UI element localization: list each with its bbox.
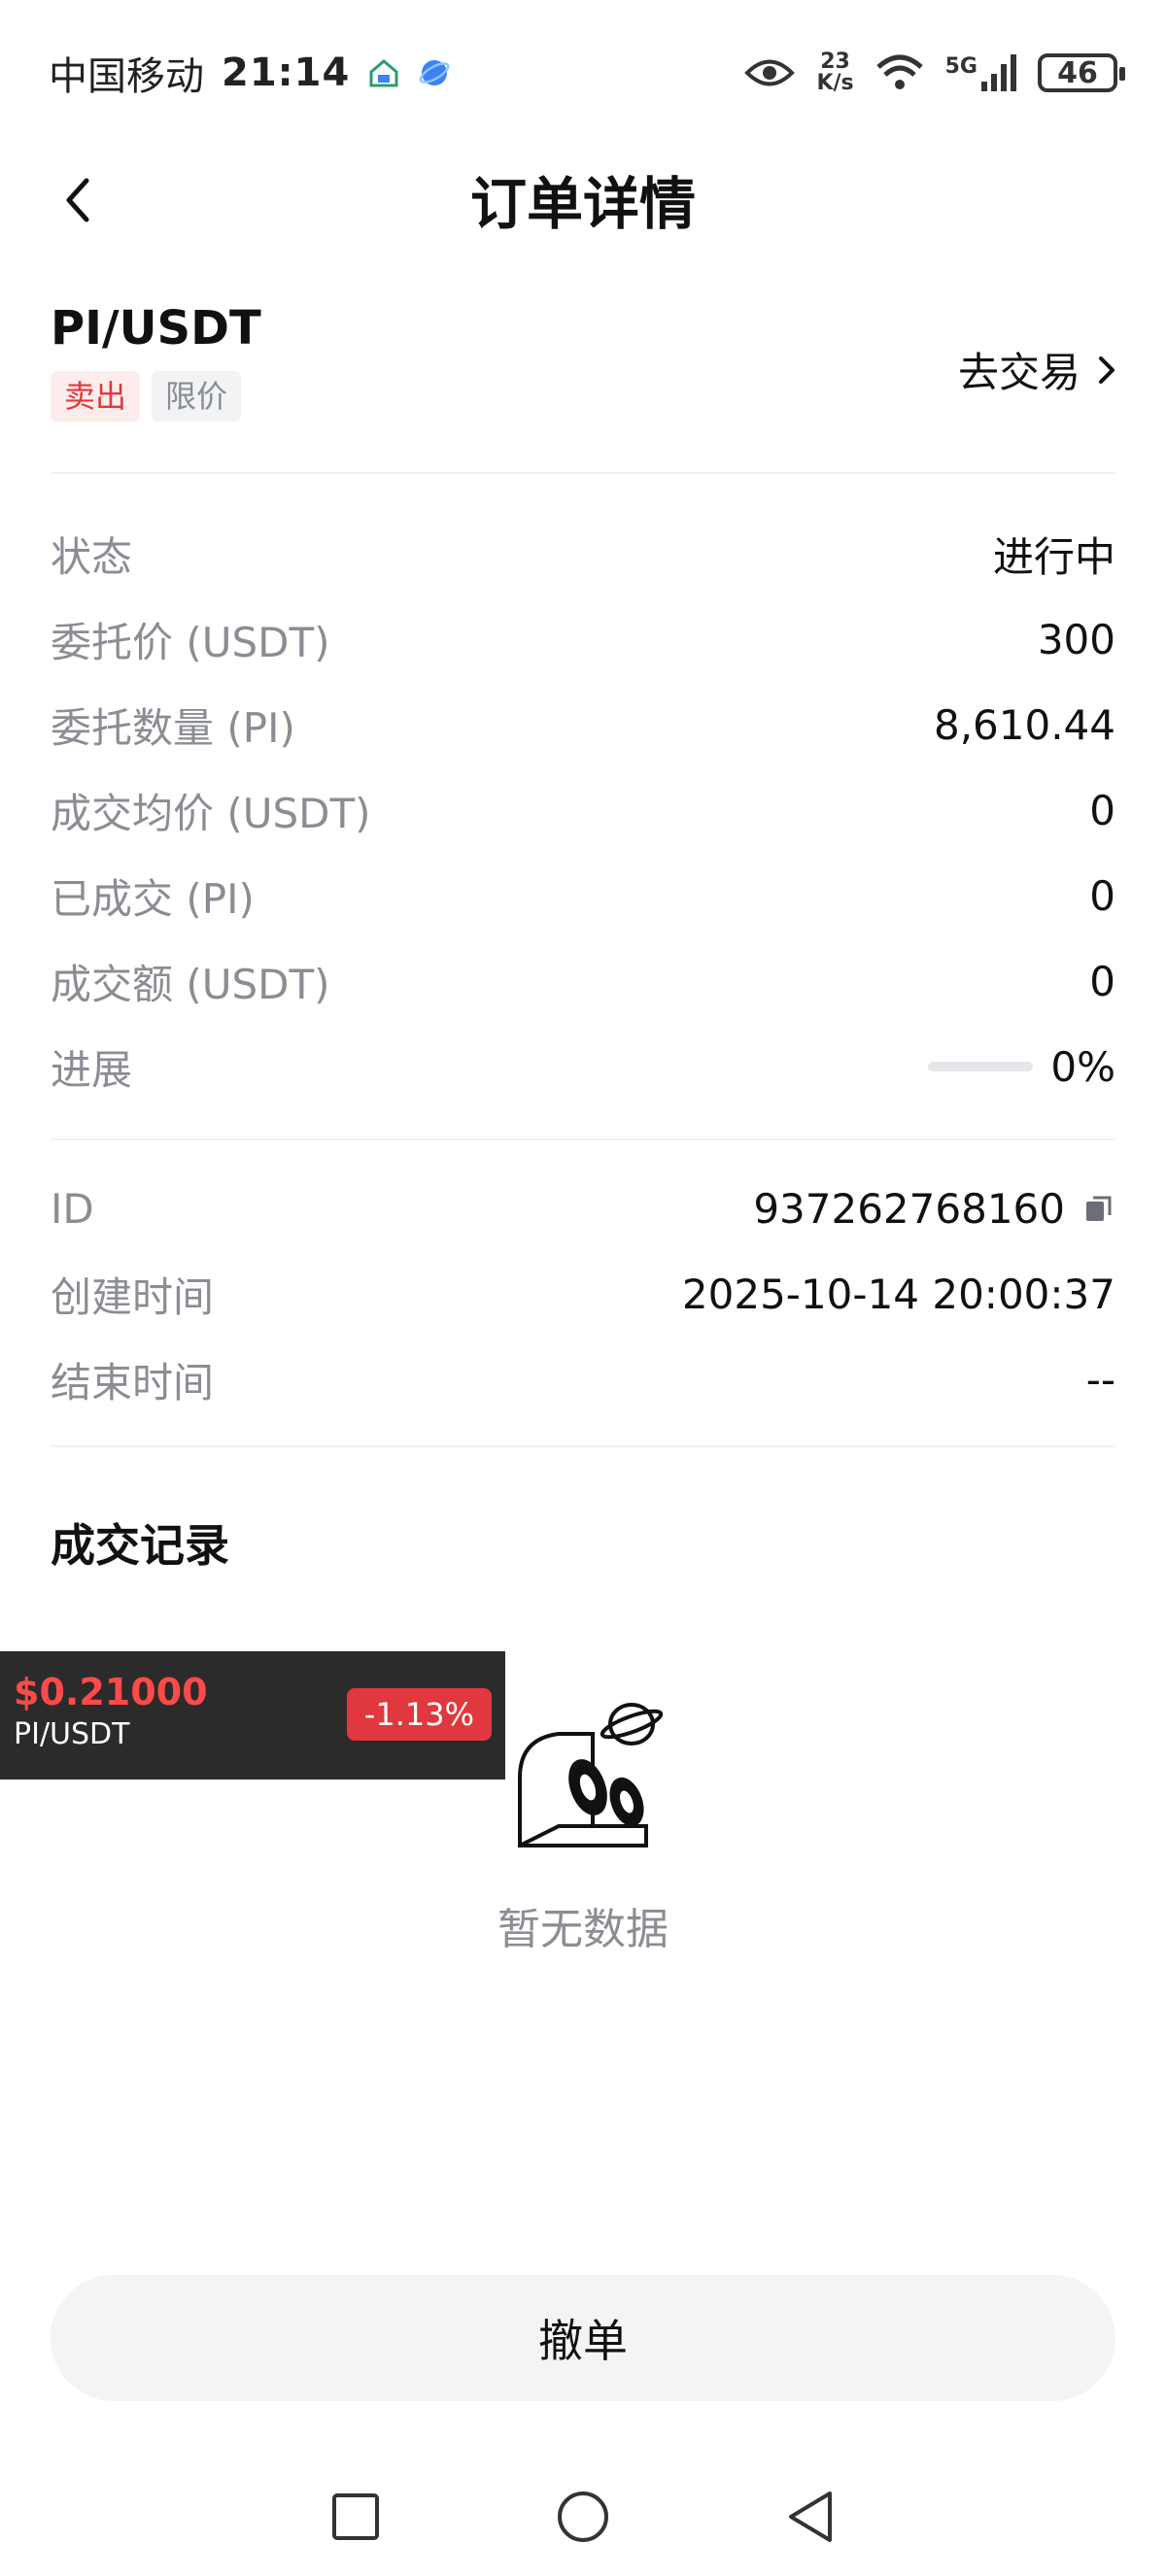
- trading-pair: PI/USDT: [51, 301, 261, 356]
- battery-indicator: 46: [1038, 53, 1125, 92]
- order-meta-list: ID 937262768160 创建时间 2025-10-14 20:00:37…: [51, 1166, 1115, 1422]
- go-trade-label: 去交易: [957, 349, 1080, 396]
- progress-bar: [928, 1062, 1034, 1071]
- go-trade-link[interactable]: 去交易: [958, 340, 1115, 399]
- meta-row-id: ID 937262768160: [51, 1166, 1115, 1251]
- back-nav-button[interactable]: [779, 2486, 841, 2548]
- detail-value: 0: [1089, 786, 1115, 834]
- chevron-right-icon: [1099, 356, 1115, 384]
- cancel-order-button[interactable]: 撤单: [51, 2275, 1115, 2401]
- net-speed-value: 23: [820, 50, 850, 74]
- binoculars-illustration-icon: [518, 1703, 664, 1847]
- detail-label: 已成交 (PI): [51, 874, 255, 923]
- net-speed: 23 K/s: [816, 51, 853, 94]
- eye-icon: [744, 59, 796, 86]
- order-details-list: 状态 进行中 委托价 (USDT) 300 委托数量 (PI) 8,610.44…: [51, 511, 1115, 1109]
- clock: 21:14: [222, 51, 351, 95]
- detail-row-turnover: 成交额 (USDT) 0: [51, 938, 1115, 1024]
- status-bar: 中国移动 21:14 23 K/s 5G 46: [0, 0, 1166, 146]
- empty-text: 暂无数据: [497, 1905, 669, 1954]
- detail-row-filled: 已成交 (PI) 0: [51, 853, 1115, 938]
- page-title: 订单详情: [469, 171, 696, 237]
- home-app-icon: [369, 59, 398, 87]
- wifi-icon: [875, 54, 923, 89]
- detail-label: 委托数量 (PI): [51, 703, 295, 752]
- carrier-name: 中国移动: [49, 54, 204, 99]
- progress-value: 0%: [928, 1043, 1115, 1091]
- detail-value: 进行中: [992, 532, 1115, 581]
- signal-bars-icon: [981, 54, 1016, 91]
- system-nav-bar: [0, 2457, 1166, 2576]
- detail-row-order-price: 委托价 (USDT) 300: [51, 596, 1115, 682]
- detail-label: 成交均价 (USDT): [51, 789, 371, 837]
- recent-apps-button[interactable]: [325, 2486, 387, 2548]
- browser-app-icon: [419, 60, 450, 85]
- triangle-back-icon: [789, 2491, 832, 2542]
- circle-icon: [558, 2491, 608, 2542]
- divider: [51, 1138, 1115, 1140]
- ticker-change-badge: -1.13%: [346, 1688, 492, 1741]
- meta-value: 2025-10-14 20:00:37: [681, 1270, 1115, 1318]
- chevron-left-icon: [66, 178, 89, 222]
- detail-value: 300: [1037, 615, 1115, 663]
- side-tag: 卖出: [51, 371, 141, 422]
- detail-row-progress: 进展 0%: [51, 1024, 1115, 1109]
- network-type: 5G: [944, 54, 977, 79]
- detail-row-order-amount: 委托数量 (PI) 8,610.44: [51, 682, 1115, 767]
- status-left: 中国移动 21:14: [49, 45, 451, 101]
- copy-icon[interactable]: [1082, 1192, 1115, 1225]
- detail-value: 0: [1089, 957, 1115, 1005]
- cell-signal: 5G: [945, 54, 1016, 91]
- order-id-value: 937262768160: [753, 1185, 1115, 1233]
- floating-price-ticker[interactable]: $0.21000 PI/USDT -1.13%: [0, 1651, 505, 1779]
- detail-row-status: 状态 进行中: [51, 511, 1115, 596]
- meta-value: --: [1085, 1355, 1115, 1404]
- order-pair-section: PI/USDT 卖出 限价 去交易: [51, 301, 1115, 476]
- order-tags: 卖出 限价: [51, 371, 1115, 422]
- trade-records-title: 成交记录: [51, 1519, 229, 1572]
- home-button[interactable]: [552, 2486, 614, 2548]
- meta-row-created: 创建时间 2025-10-14 20:00:37: [51, 1251, 1115, 1337]
- order-type-tag: 限价: [152, 371, 242, 422]
- meta-row-ended: 结束时间 --: [51, 1337, 1115, 1422]
- square-icon: [332, 2493, 379, 2540]
- detail-label: 状态: [51, 532, 133, 581]
- order-detail-page: 中国移动 21:14 23 K/s 5G 46 订单详情 PI/USDT 卖出 …: [0, 0, 1166, 2576]
- detail-value: 0: [1089, 871, 1115, 920]
- order-id: 937262768160: [753, 1184, 1065, 1233]
- detail-label: 委托价 (USDT): [51, 618, 330, 666]
- detail-value: 8,610.44: [933, 700, 1115, 749]
- detail-label: 成交额 (USDT): [51, 960, 330, 1008]
- net-speed-unit: K/s: [816, 71, 854, 95]
- divider: [51, 1445, 1115, 1447]
- meta-label: 结束时间: [51, 1358, 215, 1407]
- progress-label: 进展: [51, 1045, 133, 1094]
- progress-percent: 0%: [1050, 1042, 1115, 1091]
- detail-row-avg-price: 成交均价 (USDT) 0: [51, 767, 1115, 853]
- battery-level: 46: [1057, 55, 1098, 90]
- meta-label: ID: [51, 1184, 94, 1233]
- meta-label: 创建时间: [51, 1272, 215, 1321]
- page-header: 订单详情: [0, 146, 1166, 253]
- status-right: 23 K/s 5G 46: [744, 51, 1125, 94]
- divider: [51, 472, 1115, 474]
- back-button[interactable]: [49, 171, 107, 229]
